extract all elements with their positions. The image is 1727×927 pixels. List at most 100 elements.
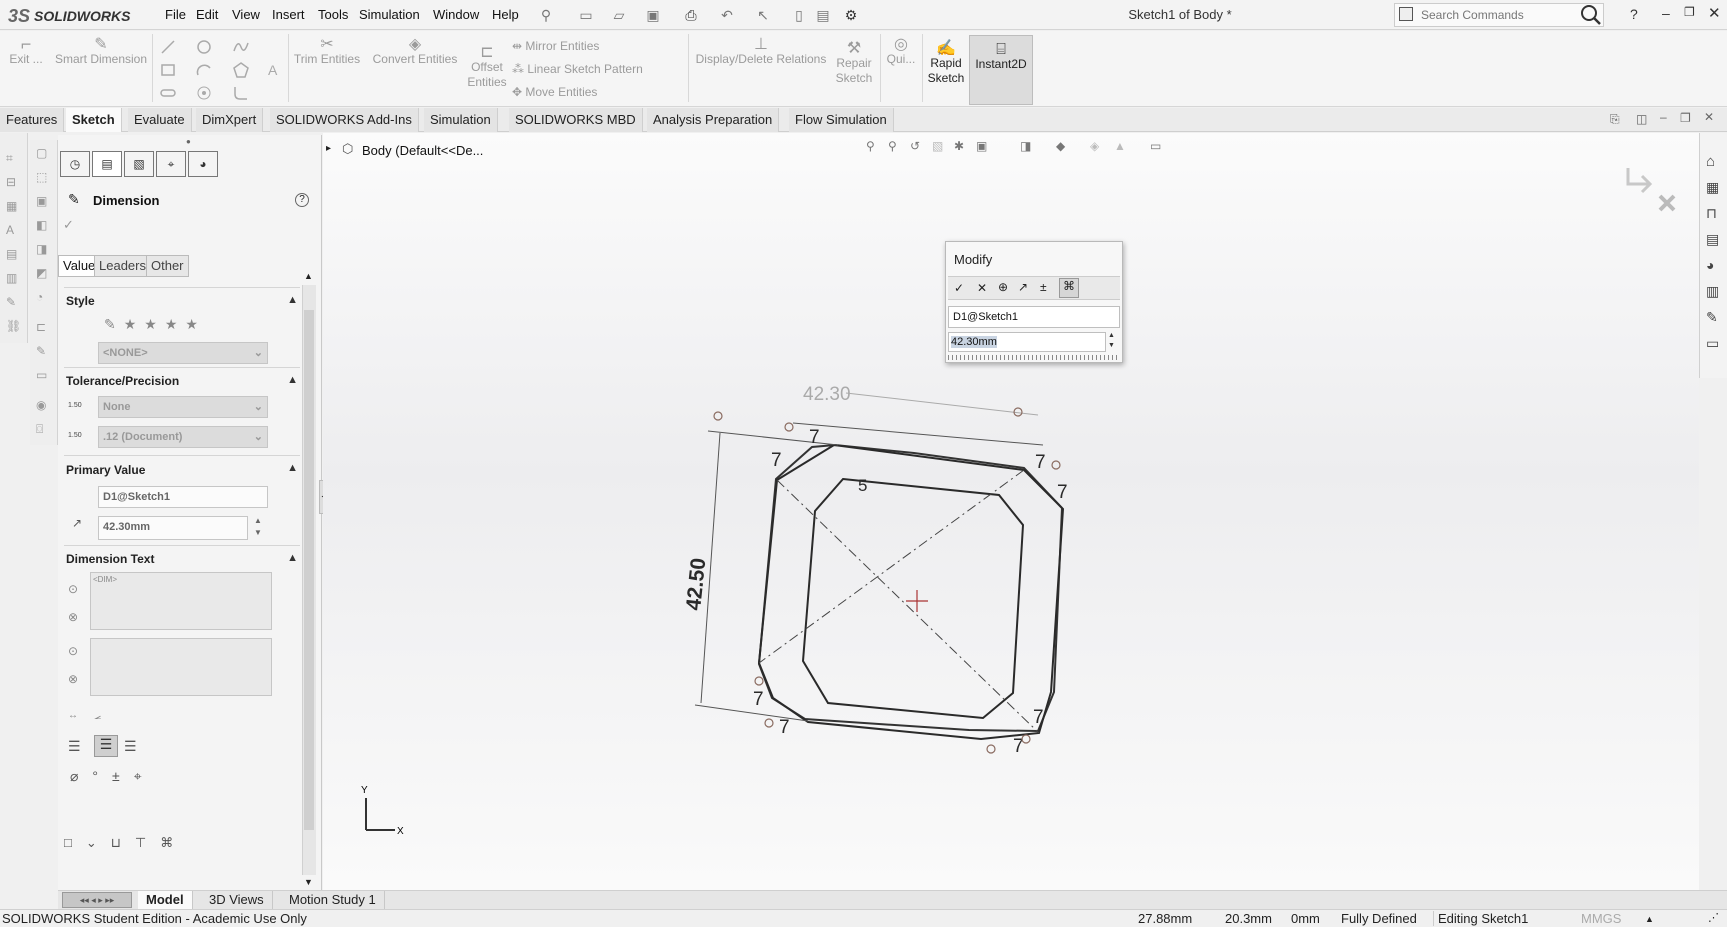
- select-icon[interactable]: ↖: [752, 5, 774, 25]
- convert-entities-button[interactable]: ◈ Convert Entities: [370, 37, 460, 67]
- reset-spin-icon[interactable]: ↗: [1018, 280, 1028, 294]
- chat-icon[interactable]: ▭: [1706, 335, 1719, 352]
- offset-5-label[interactable]: 5: [858, 476, 867, 495]
- text-icon[interactable]: A: [268, 62, 284, 78]
- doc-minimize-icon[interactable]: –: [1660, 110, 1667, 124]
- chamfer-label-4[interactable]: 7: [1057, 482, 1068, 503]
- move-entities-button[interactable]: ✥ Move Entities: [512, 85, 597, 100]
- search-input[interactable]: Search Commands: [1421, 8, 1524, 22]
- status-units[interactable]: MMGS: [1581, 911, 1621, 926]
- search-commands[interactable]: Search Commands: [1394, 3, 1604, 27]
- chevron-up-icon[interactable]: ▲: [287, 294, 298, 306]
- subtab-other[interactable]: Other: [146, 255, 189, 277]
- strip2-box-icon[interactable]: ⬚: [36, 170, 52, 186]
- tab-mbd[interactable]: SOLIDWORKS MBD: [509, 108, 643, 132]
- scroll-down-icon[interactable]: ▼: [304, 877, 313, 887]
- strip-dimension-icon[interactable]: ⌗: [6, 151, 22, 167]
- pin-icon[interactable]: ⚲: [535, 5, 557, 25]
- tab-addins[interactable]: SOLIDWORKS Add-Ins: [270, 108, 419, 132]
- slot-icon[interactable]: [160, 85, 176, 101]
- linear-pattern-button[interactable]: ⁂ Linear Sketch Pattern: [512, 62, 643, 77]
- menu-edit[interactable]: Edit: [196, 7, 218, 22]
- tolerance-header[interactable]: Tolerance/Precision: [66, 374, 179, 388]
- menu-simulation[interactable]: Simulation: [359, 7, 420, 22]
- favorite-icons[interactable]: ✎★★★★: [104, 316, 206, 333]
- home-icon[interactable]: ⌂: [1706, 153, 1715, 170]
- pm-tab-feature-tree[interactable]: ◷: [60, 151, 90, 177]
- pm-tab-dimxpert[interactable]: ⌖: [156, 151, 186, 177]
- polygon-icon[interactable]: [233, 62, 249, 78]
- pm-grip-icon[interactable]: ●: [186, 137, 191, 146]
- strip-text-icon[interactable]: A: [6, 223, 22, 239]
- strip-table-icon[interactable]: ▥: [6, 271, 22, 287]
- chamfer-label-8[interactable]: 7: [1033, 707, 1044, 728]
- exit-sketch-button[interactable]: ⌐ Exit ...: [6, 35, 46, 67]
- mirror-entities-button[interactable]: ⇹ Mirror Entities: [512, 39, 599, 54]
- chevron-up-icon[interactable]: ▲: [287, 552, 298, 564]
- repair-sketch-button[interactable]: ⚒ Repair Sketch: [832, 41, 876, 86]
- quick-snaps-button[interactable]: ◎ Qui...: [884, 37, 918, 67]
- tab-features[interactable]: Features: [0, 108, 65, 132]
- chamfer-label-6[interactable]: 7: [779, 717, 790, 738]
- arc-icon[interactable]: [196, 62, 212, 78]
- resources-icon[interactable]: ▦: [1706, 179, 1719, 196]
- primary-value-input[interactable]: 42.30mm: [98, 516, 248, 540]
- dim-42-30-label[interactable]: 42.30: [803, 384, 851, 405]
- print-icon[interactable]: ⎙: [680, 5, 702, 25]
- rebuild-icon[interactable]: ▯: [788, 5, 810, 25]
- strip2-offset-icon[interactable]: ⊏: [36, 320, 52, 336]
- modify-value-input[interactable]: 42.30mm: [948, 332, 1106, 352]
- instant2d-button[interactable]: ⌸ Instant2D: [969, 35, 1033, 105]
- solidworks-forum-icon[interactable]: ✎: [1706, 309, 1718, 326]
- tab-flow-simulation[interactable]: Flow Simulation: [789, 108, 894, 132]
- strip-note-icon[interactable]: ✎: [6, 295, 22, 311]
- file-explorer-icon[interactable]: ▤: [1706, 231, 1719, 248]
- modify-spinner[interactable]: ▲ ▼: [1108, 331, 1115, 351]
- doc-close-icon[interactable]: ✕: [1704, 110, 1714, 124]
- rectangle-icon[interactable]: [160, 62, 176, 78]
- ok-check-icon[interactable]: ✓: [954, 281, 964, 295]
- dim-42-50-label[interactable]: 42.50: [682, 557, 710, 612]
- value-spinner[interactable]: ▲ ▼: [254, 515, 262, 539]
- thumbwheel[interactable]: [948, 355, 1120, 360]
- strip2-sketch-icon[interactable]: ✎: [36, 344, 52, 360]
- text-above-icon[interactable]: ⊙: [68, 582, 78, 596]
- text-below-icon[interactable]: ⊗: [68, 610, 78, 624]
- text-above-2-icon[interactable]: ⊙: [68, 644, 78, 658]
- inspection-icon[interactable]: ⦟: [94, 708, 101, 723]
- tab-3d-views[interactable]: 3D Views: [201, 891, 273, 910]
- tab-scroll-arrows[interactable]: ◂◂ ◂ ▸ ▸▸: [62, 892, 132, 908]
- strip2-camera-icon[interactable]: ◉: [36, 398, 52, 414]
- design-library-icon[interactable]: ⊓: [1706, 205, 1717, 222]
- add-parentheses-icon[interactable]: ↔: [68, 710, 78, 721]
- line-icon[interactable]: [160, 39, 176, 55]
- trim-entities-button[interactable]: ✂ Trim Entities: [292, 37, 362, 67]
- ok-check-icon[interactable]: ✓: [63, 217, 74, 233]
- style-select[interactable]: <NONE> ⌄: [98, 342, 268, 364]
- dimension-text-area-2[interactable]: [90, 638, 272, 696]
- viewport-split-icon[interactable]: ◫: [1636, 112, 1647, 126]
- tab-model[interactable]: Model: [138, 891, 193, 910]
- offset-entities-button[interactable]: ⊏ Offset Entities: [464, 45, 510, 90]
- appearances-icon[interactable]: ◕: [1706, 257, 1714, 273]
- modify-dimension-name[interactable]: D1@Sketch1: [948, 306, 1120, 328]
- select-dim-icon[interactable]: ⌘: [1059, 278, 1079, 298]
- chamfer-label-1[interactable]: 7: [809, 427, 820, 448]
- doc-restore-icon[interactable]: ❐: [1680, 111, 1691, 125]
- strip2-cut-icon[interactable]: ◧: [36, 218, 52, 234]
- search-icon[interactable]: [1580, 4, 1602, 26]
- minimize-icon[interactable]: –: [1662, 5, 1670, 21]
- display-delete-relations-button[interactable]: ⊥ Display/Delete Relations: [693, 37, 829, 67]
- primary-value-header[interactable]: Primary Value: [66, 463, 145, 477]
- align-left-icon[interactable]: ☰: [68, 738, 81, 755]
- solidworks-logo[interactable]: 3S SOLIDWORKS: [8, 6, 130, 26]
- menu-insert[interactable]: Insert: [272, 7, 305, 22]
- rebuild-icon[interactable]: ⊕: [998, 280, 1008, 294]
- spline-icon[interactable]: [233, 39, 249, 55]
- style-header[interactable]: Style: [66, 294, 95, 308]
- pm-tab-display[interactable]: ◕: [188, 151, 218, 177]
- dimension-text-header[interactable]: Dimension Text: [66, 552, 154, 566]
- open-icon[interactable]: ▱: [608, 5, 630, 25]
- pm-tab-property-manager[interactable]: ▤: [92, 151, 122, 177]
- precision-select[interactable]: .12 (Document) ⌄: [98, 426, 268, 448]
